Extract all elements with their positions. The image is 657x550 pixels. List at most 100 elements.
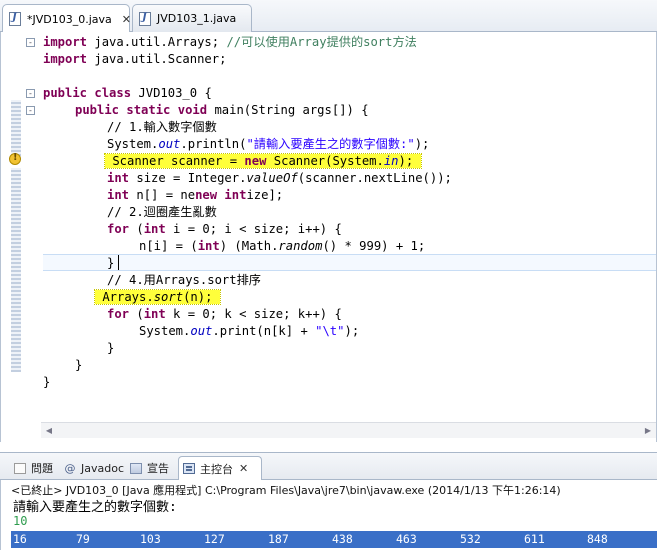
close-icon[interactable]: ✕: [122, 13, 131, 26]
code-editor[interactable]: - - - import java.util.Arrays; //可以使用Arr…: [0, 32, 657, 442]
code-text: java.util.Scanner;: [94, 52, 227, 66]
code-text: Scanner scanner =: [105, 154, 245, 168]
close-icon[interactable]: ✕: [239, 462, 248, 475]
output-number: 16: [13, 532, 27, 546]
view-tab-bar: 問題 @ Javadoc 宣告 主控台 ✕: [0, 452, 657, 480]
text-caret: [118, 255, 119, 270]
code-text: n[i] = (: [139, 239, 198, 253]
editor-tab-label: JVD103_1.java: [157, 12, 237, 25]
console-input: 10: [13, 514, 28, 528]
code-text: () * 999) + 1;: [322, 239, 426, 253]
code-line: for (int k = 0; k < size; k++) {: [107, 307, 342, 321]
code-field: in: [383, 154, 399, 168]
code-text: );: [414, 137, 430, 151]
code-line: import java.util.Scanner;: [43, 52, 227, 66]
code-text: );: [344, 324, 360, 338]
tab-problems[interactable]: 問題: [10, 456, 57, 480]
code-string: "\t": [315, 324, 345, 338]
tab-declaration[interactable]: 宣告: [126, 456, 173, 480]
code-text: k = 0; k < size; k++) {: [165, 307, 342, 321]
code-line: }: [107, 341, 115, 355]
editor-tab-jvd103-1[interactable]: JVD103_1.java: [132, 4, 252, 32]
output-number: 103: [140, 532, 161, 546]
change-marker: [11, 100, 21, 160]
code-line: }: [75, 358, 83, 372]
current-line-highlight: [43, 254, 656, 271]
tab-label: 問題: [31, 462, 53, 475]
code-method: sort: [153, 290, 184, 304]
java-file-icon: [9, 12, 21, 26]
code-text: JVD103_0 {: [138, 86, 212, 100]
highlighted-code: Scanner scanner = new Scanner(System.in)…: [104, 153, 422, 169]
console-output-line: 16 79 103 127 187 438 463 532 611 848: [11, 531, 657, 548]
problems-icon: [14, 462, 26, 474]
code-line: System.out.print(n[k] + "\t");: [139, 323, 359, 340]
output-number: 438: [332, 532, 353, 546]
horizontal-scrollbar[interactable]: ◀ ▶: [41, 422, 656, 438]
code-text: Arrays.: [95, 290, 154, 304]
output-number: 187: [268, 532, 289, 546]
fold-toggle-icon[interactable]: -: [26, 106, 35, 115]
code-line: public class JVD103_0 {: [43, 86, 212, 100]
output-number: 611: [524, 532, 545, 546]
code-text: ize];: [246, 188, 284, 202]
code-text: ) (Math.: [219, 239, 279, 253]
code-text: main(String args[]) {: [214, 103, 369, 117]
code-line: }: [107, 256, 115, 270]
code-text: System.: [139, 324, 191, 338]
code-text: size = Integer.: [129, 171, 247, 185]
code-string: "請輸入要產生之的數字個數:": [246, 137, 415, 151]
code-text: Scanner(System.: [266, 154, 384, 168]
code-line: for (int i = 0; i < size; i++) {: [107, 222, 342, 236]
code-line: n[i] = (int) (Math.random() * 999) + 1;: [139, 239, 426, 253]
code-text: (scanner.nextLine());: [297, 171, 452, 185]
code-line: import java.util.Arrays; //可以使用Array提供的s…: [43, 35, 417, 49]
code-method: random: [278, 239, 323, 253]
code-text: .println(: [180, 137, 247, 151]
overview-ruler: [9, 32, 23, 442]
code-text: );: [398, 154, 421, 168]
at-icon: @: [64, 461, 76, 475]
code-line: Arrays.sort(n);: [94, 289, 221, 306]
code-text: n[] = ne: [129, 188, 196, 202]
console-output[interactable]: <已終止> JVD103_0 [Java 應用程式] C:\Program Fi…: [0, 480, 657, 550]
fold-toggle-icon[interactable]: -: [26, 38, 35, 47]
code-field: out: [158, 137, 181, 151]
console-icon: [183, 463, 195, 474]
output-number: 79: [76, 532, 90, 546]
code-line: Scanner scanner = new Scanner(System.in)…: [104, 153, 422, 170]
editor-tab-label: *JVD103_0.java: [27, 12, 112, 26]
tab-javadoc[interactable]: @ Javadoc: [60, 456, 128, 480]
warning-icon[interactable]: [9, 152, 21, 165]
code-text: System.: [107, 137, 159, 151]
editor-tab-jvd103-0[interactable]: *JVD103_0.java ✕: [2, 4, 131, 33]
declaration-icon: [130, 462, 142, 474]
fold-toggle-icon[interactable]: -: [26, 89, 35, 98]
tab-label: Javadoc: [81, 461, 124, 475]
code-field: out: [190, 324, 213, 338]
code-method: valueOf: [246, 171, 298, 185]
code-text: java.util.Arrays;: [94, 35, 227, 49]
editor-tab-bar: *JVD103_0.java ✕ JVD103_1.java: [0, 0, 657, 33]
tab-label: 宣告: [147, 462, 169, 475]
java-file-icon: [139, 11, 151, 26]
highlighted-code: Arrays.sort(n);: [94, 289, 221, 305]
code-line: }: [43, 375, 51, 389]
code-comment: //可以使用Array提供的sort方法: [226, 35, 417, 49]
output-number: 127: [204, 532, 225, 546]
code-line: int size = Integer.valueOf(scanner.nextL…: [107, 171, 452, 185]
tab-console[interactable]: 主控台 ✕: [178, 456, 262, 480]
code-comment: // 1.輸入數字個數: [107, 120, 217, 134]
scroll-right-icon[interactable]: ▶: [642, 425, 654, 437]
output-number: 848: [587, 532, 608, 546]
scroll-left-icon[interactable]: ◀: [43, 425, 55, 437]
code-line: public static void main(String args[]) {: [75, 103, 369, 117]
code-text: (n);: [183, 290, 220, 304]
code-text: i = 0; i < size; i++) {: [165, 222, 342, 236]
console-prompt: 請輸入要產生之的數字個數:: [13, 500, 177, 515]
code-comment: // 4.用Arrays.sort排序: [107, 273, 261, 287]
code-comment: // 2.迴圈產生亂數: [107, 205, 217, 219]
change-marker: [11, 168, 21, 372]
tab-label: 主控台: [200, 462, 233, 476]
output-number: 532: [460, 532, 481, 546]
